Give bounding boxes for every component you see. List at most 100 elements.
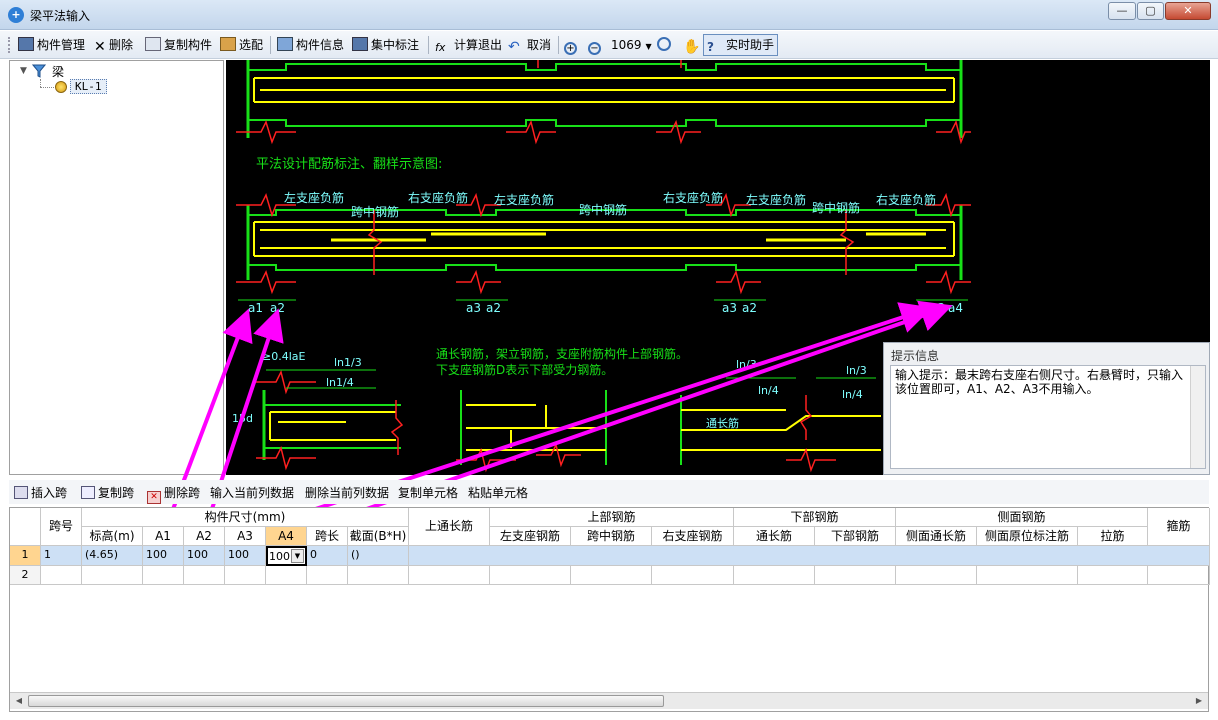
- cell-elevation[interactable]: (4.65): [82, 546, 143, 566]
- paste-cell-button[interactable]: 粘贴单元格: [468, 484, 528, 501]
- copy-icon: [81, 486, 95, 499]
- component-tree: ▼ 梁 KL-1: [9, 60, 224, 475]
- table-icon: [352, 37, 368, 51]
- header-bottom-rebar: 下部钢筋: [734, 508, 896, 527]
- hint-title: 提示信息: [891, 349, 940, 363]
- main-toolbar: 构件管理 ✕ 删除 复制构件 选配 构件信息 集中标注 fx 计算退出 ↶ 取消 + …: [0, 31, 1218, 59]
- label-a3: a3: [722, 301, 737, 315]
- hint-textarea[interactable]: 输入提示：最末跨右支座右侧尺寸。右悬臂时，只输入该位置即可，A1、A2、A3不用…: [890, 365, 1206, 469]
- input-column-data-button[interactable]: 输入当前列数据: [210, 484, 294, 501]
- cell-top-through[interactable]: [409, 566, 490, 585]
- copy-span-button[interactable]: 复制跨: [81, 484, 134, 501]
- cell-a2[interactable]: [184, 566, 225, 585]
- calculate-exit-button[interactable]: fx 计算退出: [435, 35, 502, 55]
- window-title: 梁平法输入: [30, 9, 91, 23]
- cell-elevation[interactable]: [82, 566, 143, 585]
- cell-span-length[interactable]: 0: [307, 546, 348, 566]
- hint-text: 输入提示：最末跨右支座右侧尺寸。右悬臂时，只输入该位置即可，A1、A2、A3不用…: [895, 368, 1184, 396]
- cell-a4[interactable]: [266, 566, 307, 585]
- zoom-fit-button[interactable]: [657, 35, 674, 55]
- label-left-neg: 左支座负筋: [494, 192, 554, 207]
- cell-through[interactable]: [734, 566, 815, 585]
- cell-a2[interactable]: 100: [184, 546, 225, 566]
- header-tie: 拉筋: [1078, 527, 1148, 546]
- scroll-right-icon[interactable]: ▶: [1192, 695, 1206, 707]
- label-ln13: ln1/3: [334, 356, 362, 369]
- drawing-canvas[interactable]: 平法设计配筋标注、翻样示意图: 左支座负筋 跨中钢筋 右支座负筋 左支座负筋 跨…: [226, 60, 1210, 475]
- cell-span-no[interactable]: 1: [41, 546, 82, 566]
- header-right-support: 右支座钢筋: [652, 527, 734, 546]
- beam-filter-icon: [32, 64, 46, 78]
- cell-section[interactable]: (): [348, 546, 409, 566]
- delete-button[interactable]: ✕ 删除: [94, 35, 133, 55]
- component-info-button[interactable]: 构件信息: [277, 35, 344, 55]
- copy-cell-button[interactable]: 复制单元格: [398, 484, 458, 501]
- cell-bottom[interactable]: [815, 566, 896, 585]
- scrollbar-thumb[interactable]: [28, 695, 664, 707]
- label-mid: 跨中钢筋: [812, 200, 860, 215]
- delete-span-button[interactable]: ✕ 删除跨: [147, 484, 200, 504]
- hint-scrollbar[interactable]: [1190, 366, 1205, 468]
- insert-span-button[interactable]: 插入跨: [14, 484, 67, 501]
- cell-tie[interactable]: [1078, 566, 1148, 585]
- toolbar-grip[interactable]: [8, 37, 11, 53]
- label-left-neg: 左支座负筋: [284, 190, 344, 205]
- tree-item-kl1[interactable]: KL-1: [70, 79, 107, 94]
- cell-section[interactable]: [348, 566, 409, 585]
- collapse-icon[interactable]: ▼: [20, 66, 27, 76]
- minimize-button[interactable]: —: [1108, 2, 1136, 20]
- cell-side-original[interactable]: [977, 566, 1078, 585]
- maximize-button[interactable]: ▢: [1137, 2, 1164, 20]
- delete-column-data-button[interactable]: 删除当前列数据: [305, 484, 389, 501]
- centralized-annotation-button[interactable]: 集中标注: [352, 35, 419, 55]
- cancel-button[interactable]: ↶ 取消: [508, 35, 551, 55]
- label-right-neg: 右支座负筋: [876, 192, 936, 207]
- gear-icon: [55, 81, 67, 93]
- top-beam-diagram: [236, 60, 971, 145]
- cell-right-support[interactable]: [652, 566, 734, 585]
- cell-rebar-fields[interactable]: [409, 546, 1210, 566]
- grid-horizontal-scrollbar[interactable]: ◀ ▶: [10, 692, 1208, 709]
- chevron-down-icon[interactable]: ▼: [291, 549, 304, 563]
- main-beam-labels: 左支座负筋 跨中钢筋 右支座负筋 左支座负筋 跨中钢筋 右支座负筋 左支座负筋 …: [248, 190, 963, 315]
- tree-root-beam[interactable]: 梁: [52, 63, 64, 80]
- cell-span-no[interactable]: [41, 566, 82, 585]
- cell-mid-span[interactable]: [571, 566, 652, 585]
- cell-span-length[interactable]: [307, 566, 348, 585]
- cell-a3[interactable]: [225, 566, 266, 585]
- cell-a4-editor[interactable]: 100 ▼: [266, 546, 307, 566]
- tree-connector: [40, 79, 41, 87]
- row-index: 1: [10, 546, 41, 566]
- cell-a1[interactable]: [143, 566, 184, 585]
- pan-button[interactable]: ✋: [683, 35, 702, 55]
- cell-a4-value: 100: [269, 550, 290, 563]
- header-section: 截面(B*H): [348, 527, 409, 546]
- close-button[interactable]: ✕: [1165, 2, 1211, 20]
- zoom-in-button[interactable]: +: [564, 35, 580, 55]
- header-a2: A2: [184, 527, 225, 546]
- tree-connector: [40, 87, 54, 88]
- note-line-2: 下支座钢筋D表示下部受力钢筋。: [436, 362, 613, 377]
- label-mid: 跨中钢筋: [579, 202, 627, 217]
- cell-a3[interactable]: 100: [225, 546, 266, 566]
- scroll-left-icon[interactable]: ◀: [12, 695, 26, 707]
- cell-stirrup[interactable]: [1148, 566, 1210, 585]
- copy-component-button[interactable]: 复制构件: [145, 35, 212, 55]
- cell-left-support[interactable]: [490, 566, 571, 585]
- cell-side-through[interactable]: [896, 566, 977, 585]
- label-ln4: ln/4: [842, 388, 863, 401]
- zoom-level-dropdown[interactable]: 1069 ▼: [611, 35, 652, 55]
- detail-mid-diagram: [456, 390, 607, 473]
- zoom-out-button[interactable]: −: [588, 35, 604, 55]
- label-mid: 跨中钢筋: [351, 204, 399, 219]
- cell-a1[interactable]: 100: [143, 546, 184, 566]
- label-ln14: ln1/4: [326, 376, 354, 389]
- pick-button[interactable]: 选配: [220, 35, 263, 55]
- title-bar: + 梁平法输入 — ▢ ✕: [0, 0, 1218, 30]
- header-span-no: 跨号: [41, 508, 82, 546]
- realtime-assistant-button[interactable]: ? 实时助手: [703, 34, 779, 56]
- component-manage-button[interactable]: 构件管理: [18, 35, 85, 55]
- label-a4: a4: [948, 301, 963, 315]
- header-side-through: 侧面通长筋: [896, 527, 977, 546]
- header-elevation: 标高(m): [82, 527, 143, 546]
